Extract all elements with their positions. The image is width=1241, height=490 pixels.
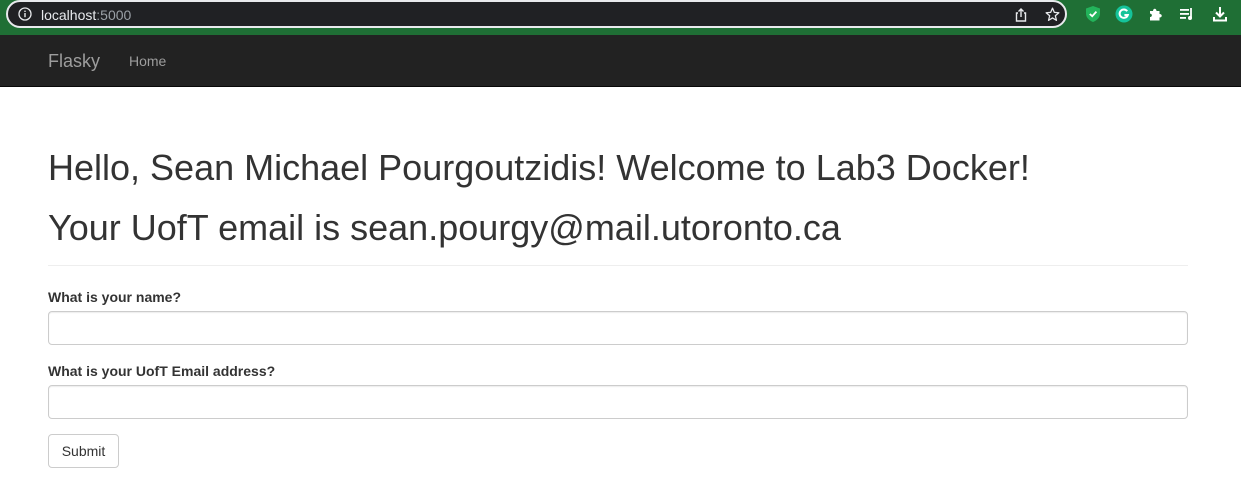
browser-toolbar: localhost:5000 (0, 0, 1241, 35)
url-port: :5000 (96, 7, 132, 23)
email-input[interactable] (48, 385, 1188, 419)
grammarly-extension-icon[interactable] (1115, 5, 1133, 23)
header-divider (48, 265, 1188, 266)
address-bar[interactable]: localhost:5000 (6, 0, 1067, 28)
url-host: localhost (41, 7, 97, 23)
nav-link-home[interactable]: Home (129, 53, 166, 69)
email-label: What is your UofT Email address? (48, 363, 276, 379)
email-heading: Your UofT email is sean.pourgy@mail.utor… (48, 207, 841, 248)
name-input[interactable] (48, 311, 1188, 345)
reading-list-icon[interactable] (1178, 5, 1196, 23)
download-icon[interactable] (1211, 5, 1229, 23)
submit-button[interactable]: Submit (48, 434, 119, 468)
share-icon[interactable] (1013, 7, 1029, 23)
navbar-brand[interactable]: Flasky (48, 51, 100, 71)
info-icon[interactable] (18, 7, 32, 21)
shield-extension-icon[interactable] (1084, 5, 1102, 23)
extensions-puzzle-icon[interactable] (1147, 5, 1165, 23)
greeting-heading: Hello, Sean Michael Pourgoutzidis! Welco… (48, 147, 1030, 188)
star-icon[interactable] (1044, 6, 1061, 23)
navbar: Flasky Home (0, 35, 1241, 87)
address-url[interactable]: localhost:5000 (41, 6, 131, 24)
name-label: What is your name? (48, 289, 182, 305)
